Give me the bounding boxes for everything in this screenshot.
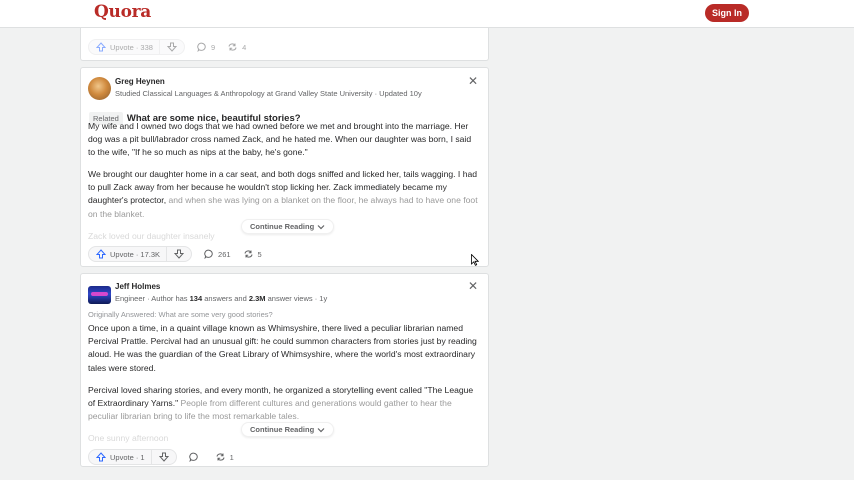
vote-group: Upvote · 338 (88, 39, 185, 55)
comment-count: 261 (218, 249, 231, 259)
author-credential: Studied Classical Languages & Anthropolo… (115, 89, 422, 98)
upvote-arrow-icon (96, 249, 106, 259)
upvote-arrow-icon (96, 452, 106, 462)
comment-button[interactable] (188, 452, 203, 462)
share-count: 4 (242, 42, 247, 52)
answer-paragraph: We brought our daughter home in a car se… (88, 168, 480, 221)
share-button[interactable]: 5 (243, 249, 262, 259)
comment-count: 9 (210, 42, 216, 52)
downvote-button[interactable] (167, 247, 191, 261)
author-name[interactable]: Jeff Holmes (115, 282, 160, 291)
credential-text: answer views · 1y (265, 294, 328, 303)
author-name[interactable]: Greg Heynen (115, 77, 165, 86)
comment-button[interactable]: 261 (204, 249, 231, 259)
downvote-arrow-icon (166, 42, 177, 52)
action-bar: Upvote · 1 1 (88, 449, 234, 465)
previous-answer-card: Upvote · 338 9 4 (80, 28, 489, 61)
share-icon (244, 250, 253, 258)
vote-group: Upvote · 17.3K (88, 246, 193, 262)
credential-text: Engineer · Author has (115, 294, 190, 303)
share-count: 5 (257, 249, 262, 259)
comment-icon (188, 452, 198, 462)
answer-paragraph: My wife and I owned two dogs that we had… (88, 121, 472, 158)
upvote-arrow-icon (96, 42, 106, 52)
author-credential: Engineer · Author has 134 answers and 2.… (115, 294, 327, 303)
close-icon[interactable]: ✕ (468, 75, 478, 87)
share-count: 1 (229, 452, 234, 462)
comment-icon (204, 249, 213, 259)
avatar[interactable] (88, 77, 111, 100)
upvote-button[interactable]: Upvote · 338 (89, 40, 160, 54)
upvote-label: Upvote · 17.3K (110, 249, 161, 259)
credential-text: answers and (202, 294, 249, 303)
continue-reading-label: Continue Reading (250, 222, 315, 231)
share-icon (216, 453, 225, 461)
quora-logo[interactable]: Quora (94, 2, 151, 22)
continue-reading-label: Continue Reading (250, 425, 315, 434)
comment-button[interactable]: 9 (197, 42, 215, 52)
chevron-down-icon (317, 427, 325, 432)
sign-in-button[interactable]: Sign In (705, 4, 749, 22)
downvote-button[interactable] (152, 450, 176, 464)
view-count: 2.3M (248, 294, 266, 303)
upvote-label: Upvote · 338 (110, 42, 153, 52)
answer-paragraph: Once upon a time, in a quaint village kn… (88, 323, 477, 373)
answer-paragraph: Percival loved sharing stories, and ever… (88, 384, 480, 424)
share-button[interactable]: 1 (215, 452, 234, 462)
upvote-button[interactable]: Upvote · 1 (89, 450, 152, 464)
upvote-label: Upvote · 1 (110, 452, 145, 462)
continue-reading-button[interactable]: Continue Reading (241, 219, 335, 234)
chevron-down-icon (317, 224, 325, 229)
share-button[interactable]: 4 (227, 42, 246, 52)
originally-answered[interactable]: Originally Answered: What are some very … (88, 310, 273, 319)
vote-group: Upvote · 1 (88, 449, 177, 465)
upvote-button[interactable]: Upvote · 17.3K (89, 247, 168, 261)
continue-reading-button[interactable]: Continue Reading (241, 422, 335, 437)
action-bar: Upvote · 17.3K 261 5 (88, 246, 262, 262)
comment-icon (197, 42, 206, 52)
answer-card: Jeff Holmes Engineer · Author has 134 an… (80, 273, 489, 467)
downvote-button[interactable] (160, 40, 184, 54)
answer-count: 134 (189, 294, 203, 303)
action-bar: Upvote · 338 9 4 (88, 39, 246, 55)
downvote-arrow-icon (158, 452, 169, 462)
downvote-arrow-icon (174, 249, 185, 259)
close-icon[interactable]: ✕ (468, 280, 478, 292)
mouse-cursor-icon (471, 254, 479, 266)
answer-card: Greg Heynen Studied Classical Languages … (80, 67, 489, 267)
avatar[interactable] (88, 286, 111, 304)
top-bar: Quora Sign In (0, 0, 854, 28)
share-icon (228, 43, 237, 51)
